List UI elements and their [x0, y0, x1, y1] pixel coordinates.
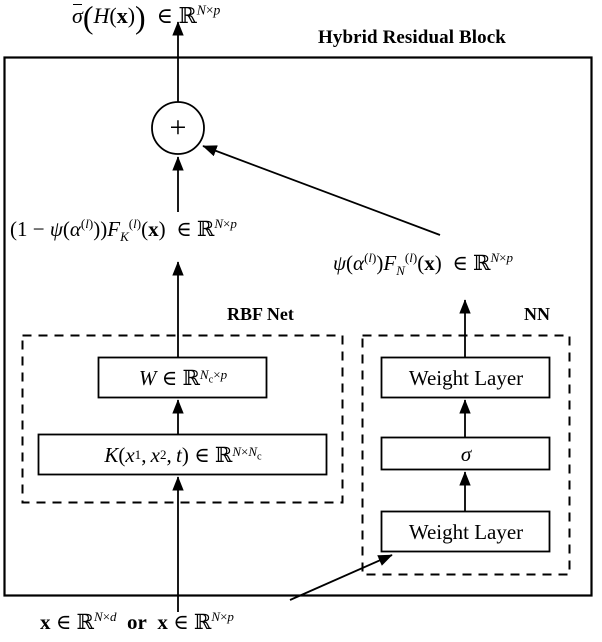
page-title: Hybrid Residual Block [318, 27, 506, 48]
input-label: x ∈ ℝN×d or x ∈ ℝN×p [40, 609, 234, 634]
kernel-box: K(x 1, x2, t) ∈ ℝ N×Nc [104, 442, 262, 468]
nn-group-title: NN [524, 304, 550, 324]
weight-layer-bottom-box: Weight Layer [408, 519, 524, 544]
activation-box: σ [460, 441, 472, 466]
weight-matrix-box: W ∈ ℝ Nc×p [138, 365, 228, 391]
sum-node-label: + [169, 111, 187, 144]
left-branch-label: (1 − ψ(α(l)))FK(l)(x) ∈ ℝN×p [10, 216, 237, 245]
output-label: σ(H(x)) ∈ ℝN×p [72, 0, 221, 35]
right-branch-label: ψ(α(l))FN(l)(x) ∈ ℝN×p [333, 250, 514, 279]
arrow-right-branch-to-sum [202, 145, 441, 236]
figure-canvas: σ(H(x)) ∈ ℝN×p Hybrid Residual Block (1 … [0, 0, 602, 642]
arrow-input-to-weight-layer-bottom [289, 554, 393, 601]
weight-layer-top-box: Weight Layer [408, 365, 524, 390]
rbf-net-group-title: RBF Net [227, 304, 294, 324]
